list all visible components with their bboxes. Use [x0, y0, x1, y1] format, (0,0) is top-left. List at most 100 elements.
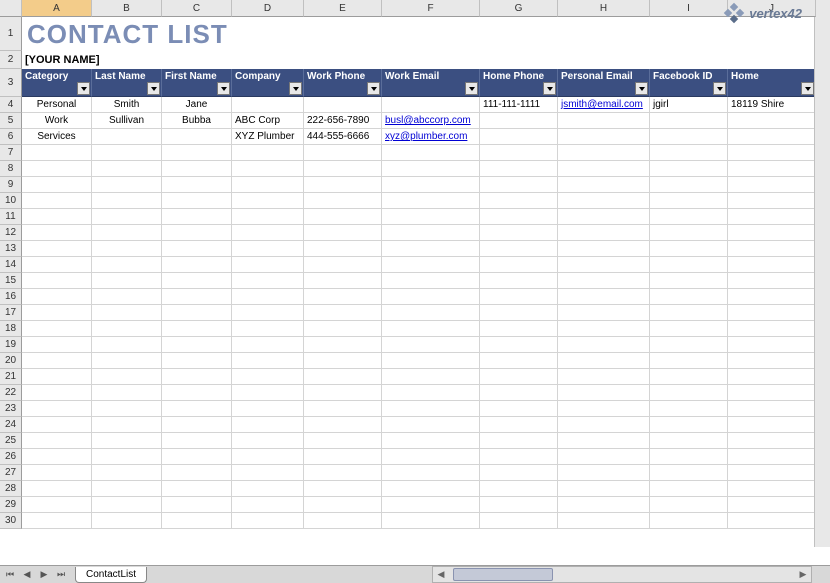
cell[interactable]: [22, 337, 92, 353]
cell[interactable]: jsmith@email.com: [558, 97, 650, 113]
row-header-12[interactable]: 12: [0, 225, 22, 241]
filter-dropdown-icon[interactable]: [543, 82, 556, 95]
tab-nav-first-icon[interactable]: ⏮: [2, 568, 18, 582]
cell[interactable]: [558, 417, 650, 433]
table-header-facebook-id[interactable]: Facebook ID: [650, 69, 728, 97]
row-header-28[interactable]: 28: [0, 481, 22, 497]
row-header-20[interactable]: 20: [0, 353, 22, 369]
cell[interactable]: [480, 305, 558, 321]
cell[interactable]: [728, 177, 816, 193]
cell[interactable]: [650, 513, 728, 529]
cell[interactable]: [728, 257, 816, 273]
cell[interactable]: Jane: [162, 97, 232, 113]
scroll-left-icon[interactable]: ◀: [433, 567, 449, 582]
cell[interactable]: [650, 161, 728, 177]
row-header-8[interactable]: 8: [0, 161, 22, 177]
cell[interactable]: [92, 449, 162, 465]
cell[interactable]: [728, 337, 816, 353]
sheet-tab-contactlist[interactable]: ContactList: [75, 567, 147, 583]
cell[interactable]: [162, 369, 232, 385]
cell[interactable]: 222-656-7890: [304, 113, 382, 129]
email-link[interactable]: xyz@plumber.com: [385, 131, 467, 142]
cell[interactable]: [480, 289, 558, 305]
cell[interactable]: [92, 129, 162, 145]
email-link[interactable]: busl@abccorp.com: [385, 115, 471, 126]
cell[interactable]: [22, 257, 92, 273]
cell[interactable]: [650, 305, 728, 321]
cell[interactable]: [92, 401, 162, 417]
cell[interactable]: [232, 161, 304, 177]
filter-dropdown-icon[interactable]: [147, 82, 160, 95]
cell[interactable]: [22, 497, 92, 513]
cell[interactable]: [304, 449, 382, 465]
cell[interactable]: [92, 225, 162, 241]
cell[interactable]: xyz@plumber.com: [382, 129, 480, 145]
cell[interactable]: [382, 97, 480, 113]
cell[interactable]: [304, 193, 382, 209]
cell[interactable]: [232, 353, 304, 369]
row-header-18[interactable]: 18: [0, 321, 22, 337]
cell[interactable]: [232, 289, 304, 305]
cell[interactable]: [558, 289, 650, 305]
cell[interactable]: [162, 225, 232, 241]
cell[interactable]: [480, 177, 558, 193]
cell[interactable]: [92, 337, 162, 353]
cell[interactable]: [232, 225, 304, 241]
cell[interactable]: [728, 465, 816, 481]
cell[interactable]: [480, 417, 558, 433]
row-header-16[interactable]: 16: [0, 289, 22, 305]
cell[interactable]: [650, 449, 728, 465]
cell[interactable]: [232, 449, 304, 465]
cell[interactable]: [304, 321, 382, 337]
cell[interactable]: [728, 321, 816, 337]
cell[interactable]: [162, 257, 232, 273]
row-header-25[interactable]: 25: [0, 433, 22, 449]
tab-nav-prev-icon[interactable]: ◀: [19, 568, 35, 582]
cell[interactable]: [382, 337, 480, 353]
cell[interactable]: [650, 113, 728, 129]
cell[interactable]: [22, 433, 92, 449]
cell[interactable]: [650, 209, 728, 225]
cell[interactable]: [92, 241, 162, 257]
cell[interactable]: [22, 321, 92, 337]
cell[interactable]: jgirl: [650, 97, 728, 113]
cell[interactable]: [650, 177, 728, 193]
cell[interactable]: [162, 481, 232, 497]
cell[interactable]: [382, 241, 480, 257]
cell[interactable]: [480, 513, 558, 529]
cell[interactable]: [162, 289, 232, 305]
cell[interactable]: [728, 369, 816, 385]
cell[interactable]: [22, 401, 92, 417]
cell[interactable]: [304, 289, 382, 305]
cell[interactable]: [162, 433, 232, 449]
cell[interactable]: [728, 353, 816, 369]
cell[interactable]: [92, 289, 162, 305]
cell[interactable]: [382, 257, 480, 273]
cell[interactable]: [232, 465, 304, 481]
cell[interactable]: Personal: [22, 97, 92, 113]
cell[interactable]: [480, 225, 558, 241]
cell[interactable]: [558, 145, 650, 161]
column-header-G[interactable]: G: [480, 0, 558, 17]
cell[interactable]: [382, 417, 480, 433]
row-header-29[interactable]: 29: [0, 497, 22, 513]
cell[interactable]: [232, 385, 304, 401]
column-header-C[interactable]: C: [162, 0, 232, 17]
cell[interactable]: [304, 513, 382, 529]
cell[interactable]: [382, 481, 480, 497]
cell[interactable]: [92, 497, 162, 513]
cell[interactable]: [382, 353, 480, 369]
cell[interactable]: [22, 465, 92, 481]
column-header-E[interactable]: E: [304, 0, 382, 17]
cell[interactable]: [558, 241, 650, 257]
cell[interactable]: [728, 129, 816, 145]
cell[interactable]: [650, 273, 728, 289]
subtitle-cell[interactable]: [YOUR NAME]: [22, 51, 812, 69]
row-header-27[interactable]: 27: [0, 465, 22, 481]
cell[interactable]: [232, 209, 304, 225]
cell[interactable]: [728, 193, 816, 209]
select-all-corner[interactable]: [0, 0, 22, 17]
row-header-26[interactable]: 26: [0, 449, 22, 465]
cell[interactable]: [232, 513, 304, 529]
cell[interactable]: [304, 97, 382, 113]
